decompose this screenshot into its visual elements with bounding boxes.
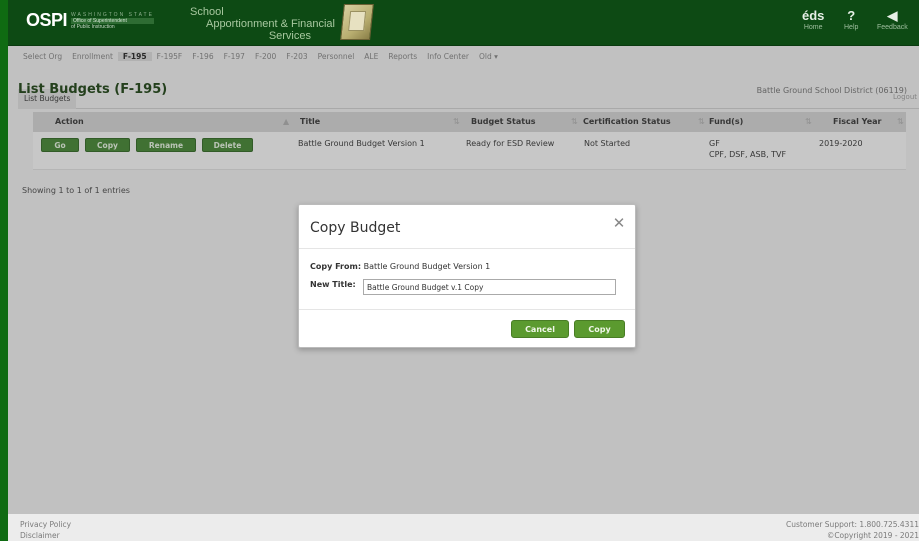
dialog-title: Copy Budget xyxy=(310,220,401,236)
cancel-button[interactable]: Cancel xyxy=(511,320,569,338)
footer-links: Privacy Policy Disclaimer xyxy=(20,519,71,541)
disclaimer-link[interactable]: Disclaimer xyxy=(20,530,71,541)
page-footer: Privacy Policy Disclaimer Customer Suppo… xyxy=(8,514,919,541)
dialog-divider xyxy=(299,248,635,249)
budget-book-icon xyxy=(340,4,374,40)
dialog-divider xyxy=(299,309,635,310)
privacy-policy-link[interactable]: Privacy Policy xyxy=(20,519,71,530)
customer-support: Customer Support: 1.800.725.4311 xyxy=(785,520,919,529)
copy-from-label: Copy From: xyxy=(310,262,362,271)
copy-button[interactable]: Copy xyxy=(574,320,625,338)
app-title-line1: School xyxy=(190,6,224,18)
new-title-label: New Title: xyxy=(310,280,356,289)
feedback-link[interactable]: ◀ Feedback xyxy=(877,8,908,31)
new-title-row: New Title: xyxy=(310,280,356,289)
logo-agency-line2: of Public Instruction xyxy=(71,23,115,30)
app-title: School Apportionment & Financial Service… xyxy=(178,6,363,42)
help-link[interactable]: ? Help xyxy=(844,8,858,31)
megaphone-icon: ◀ xyxy=(887,8,898,23)
feedback-link-label: Feedback xyxy=(877,24,908,31)
copy-from-value: Battle Ground Budget Version 1 xyxy=(363,262,491,271)
copy-budget-dialog: Copy Budget ✕ Copy From: Battle Ground B… xyxy=(298,204,636,348)
footer-info: Customer Support: 1.800.725.4311 ©Copyri… xyxy=(786,519,919,541)
copy-from-row: Copy From: Battle Ground Budget Version … xyxy=(310,262,490,271)
app-title-line3: Services xyxy=(268,30,311,42)
eds-home-icon: éds xyxy=(802,8,825,23)
home-link-label: Home xyxy=(803,24,823,31)
logo-agency: WASHINGTON STATE Office of Superintenden… xyxy=(71,12,154,30)
copyright: ©Copyright 2019 - 2021 xyxy=(826,531,919,540)
app-title-line2: Apportionment & Financial xyxy=(205,18,335,30)
logo-text: OSPI xyxy=(26,10,68,30)
app-header: OSPI WASHINGTON STATE Office of Superint… xyxy=(8,0,919,46)
home-link[interactable]: éds Home xyxy=(802,8,824,31)
new-title-input[interactable] xyxy=(363,279,616,295)
help-icon: ? xyxy=(847,8,856,23)
ospi-logo[interactable]: OSPI WASHINGTON STATE Office of Superint… xyxy=(26,10,154,31)
help-link-label: Help xyxy=(844,24,859,31)
close-icon[interactable]: ✕ xyxy=(611,215,627,231)
